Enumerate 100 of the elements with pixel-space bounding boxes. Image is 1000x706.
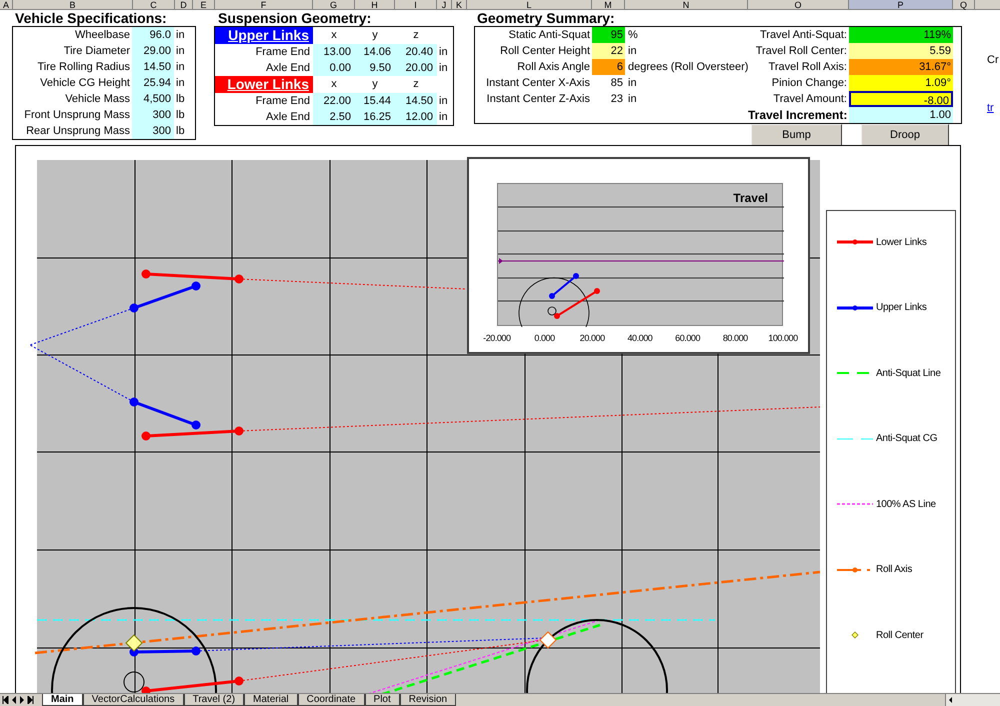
value-cell[interactable]: 14.06 xyxy=(355,44,395,60)
value-cell[interactable]: 22.00 xyxy=(313,93,355,109)
value-cell[interactable]: 9.50 xyxy=(355,60,395,76)
field-label: Pinion Change: xyxy=(770,76,848,91)
roll-center-marker xyxy=(539,631,557,649)
section-title: Vehicle Specifications: xyxy=(14,10,168,26)
field-label: Wheelbase xyxy=(74,28,131,43)
field-label: Travel Anti-Squat: xyxy=(758,28,848,43)
value-cell[interactable]: 20.00 xyxy=(395,60,437,76)
unit-label: in xyxy=(175,44,185,59)
unit-label: lb xyxy=(175,92,185,107)
cell-link[interactable]: tr xyxy=(987,100,1000,116)
value-cell[interactable]: 31.67° xyxy=(849,59,953,75)
column-header[interactable]: A xyxy=(0,0,13,9)
value-cell[interactable]: 119% xyxy=(849,27,953,43)
next-sheet-icon[interactable] xyxy=(19,696,25,704)
value-cell[interactable]: 300 xyxy=(132,123,174,139)
legend-label: Lower Links xyxy=(876,236,927,250)
field-label: Tire Rolling Radius xyxy=(36,60,131,75)
value-cell[interactable]: 14.50 xyxy=(132,59,174,75)
axis-label: z xyxy=(412,28,420,43)
field-label: Travel Increment: xyxy=(748,107,848,123)
column-header[interactable]: P xyxy=(849,0,953,9)
unit-label: lb xyxy=(175,108,185,123)
tick-label: -20.000 xyxy=(482,332,512,345)
sheet-tab[interactable]: Revision xyxy=(400,694,456,706)
value-cell[interactable]: 29.00 xyxy=(132,43,174,59)
action-button[interactable]: Droop xyxy=(861,124,949,147)
tick-label: 20.000 xyxy=(578,332,606,345)
value-cell[interactable]: 14.50 xyxy=(395,93,437,109)
legend-label: Anti-Squat Line xyxy=(876,366,941,380)
field-label: Travel Amount: xyxy=(772,92,848,107)
value-cell[interactable]: 6 xyxy=(592,59,625,75)
legend-label: Roll Axis xyxy=(876,563,912,577)
value-cell[interactable]: 1.00 xyxy=(849,107,953,123)
field-label: Roll Center Height xyxy=(499,44,591,59)
value-cell[interactable]: 1.09° xyxy=(849,75,953,91)
group-header: Upper Links xyxy=(215,27,313,44)
tick-label: 100.000 xyxy=(767,332,799,345)
tick-label: 60.000 xyxy=(674,332,702,345)
axis-label: x xyxy=(330,28,338,43)
unit-label: lb xyxy=(175,124,185,139)
sheet-tab[interactable]: Plot xyxy=(364,694,400,706)
legend-label: 100% AS Line xyxy=(876,498,936,512)
value-cell[interactable]: 16.25 xyxy=(355,109,395,125)
value-cell[interactable]: 96.0 xyxy=(132,27,174,43)
field-label: Axle End xyxy=(264,110,311,125)
field-label: Travel Roll Axis: xyxy=(768,60,848,75)
unit-label: in xyxy=(175,28,185,43)
field-label: Rear Unsprung Mass xyxy=(25,124,131,139)
field-label: Vehicle Mass xyxy=(64,92,131,107)
unit-label: in xyxy=(175,76,185,91)
sheet-tab[interactable]: VectorCalculations xyxy=(82,694,184,706)
first-sheet-icon[interactable] xyxy=(2,696,9,704)
sheet-tab[interactable]: Travel (2) xyxy=(184,694,244,706)
value-cell[interactable]: 20.40 xyxy=(395,44,437,60)
axis-label: z xyxy=(412,77,420,92)
value-cell[interactable]: 0.00 xyxy=(313,60,355,76)
field-label: Instant Center Z-Axis xyxy=(486,92,591,107)
sheet-tab[interactable]: Material xyxy=(244,694,298,706)
value-cell[interactable]: 12.00 xyxy=(395,109,437,125)
value-cell[interactable]: 22 xyxy=(592,43,625,59)
legend-label: Anti-Squat CG xyxy=(876,432,938,446)
value-cell[interactable]: 95 xyxy=(592,27,625,43)
unit-label: in xyxy=(438,110,448,125)
action-button[interactable]: Bump xyxy=(751,124,842,147)
value-cell[interactable]: 13.00 xyxy=(313,44,355,60)
value-cell[interactable]: 4,500 xyxy=(132,91,174,107)
chart-title: Travel xyxy=(733,190,768,207)
field-label: Instant Center X-Axis xyxy=(485,76,591,91)
unit-label: in xyxy=(438,61,448,76)
unit-label: in xyxy=(627,76,638,91)
value-cell[interactable]: 25.94 xyxy=(132,75,174,91)
value-cell[interactable]: 300 xyxy=(132,107,174,123)
field-label: Vehicle CG Height xyxy=(39,76,131,91)
sheet-tab[interactable]: Main xyxy=(42,694,83,706)
value-cell[interactable]: 15.44 xyxy=(355,93,395,109)
prev-sheet-icon[interactable] xyxy=(11,696,17,704)
field-label: Frame End xyxy=(254,45,311,60)
unit-label: in xyxy=(627,44,638,59)
field-label: Travel Roll Center: xyxy=(754,44,848,59)
section-title: Suspension Geometry: xyxy=(217,10,372,26)
lower-link xyxy=(554,288,600,319)
cell-text: Cr xyxy=(987,53,1000,68)
roll-center-marker xyxy=(125,634,143,652)
value-cell[interactable]: 2.50 xyxy=(313,109,355,125)
field-label: Front Unsprung Mass xyxy=(23,108,131,123)
upper-link xyxy=(549,273,579,299)
section-title: Geometry Summary: xyxy=(476,10,616,26)
tick-label: 40.000 xyxy=(626,332,654,345)
legend-label: Upper Links xyxy=(876,301,927,315)
horizontal-scrollbar[interactable] xyxy=(945,694,1000,706)
last-sheet-icon[interactable] xyxy=(27,696,34,704)
value-cell[interactable]: -8.00 xyxy=(849,91,953,107)
value-cell[interactable]: 5.59 xyxy=(849,43,953,59)
axis-label: y xyxy=(371,28,379,43)
sheet-tab[interactable]: Coordinate xyxy=(298,694,365,706)
axis-label: y xyxy=(371,77,379,92)
tick-label: 80.000 xyxy=(722,332,749,345)
tick-label: 0.000 xyxy=(533,332,556,345)
